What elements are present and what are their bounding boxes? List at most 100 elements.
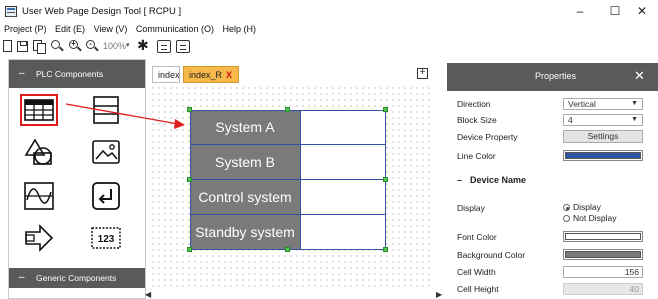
tab-label: index [158,70,180,80]
resize-handle[interactable] [285,107,290,112]
table-cell-label: Standby system [190,215,300,250]
block-size-value: 4 [568,115,573,125]
scroll-left-icon[interactable]: ◀ [145,290,151,299]
close-icon[interactable]: ✕ [634,68,645,84]
chevron-down-icon: ▼ [631,100,638,107]
cell-height-label: Cell Height [457,284,499,294]
screen-icon[interactable] [157,40,171,53]
toolbar: + - 100% ▾ ✱ [0,38,658,55]
tab-label: index_R [189,70,223,80]
screen-alt-icon[interactable] [176,40,190,53]
collapse-icon[interactable]: – [19,68,25,79]
line-color-picker[interactable] [563,150,643,161]
block-size-select[interactable]: 4 ▼ [563,114,643,126]
cell-height-input[interactable]: 40 [563,283,643,295]
editor-vertical-scrollbar[interactable] [435,85,440,299]
numeric-display-icon[interactable]: 123 [87,222,125,254]
table-cell-label: System B [190,145,300,180]
expand-icon[interactable]: + [417,68,428,79]
device-name-section[interactable]: – Device Name [457,175,526,185]
maximize-button[interactable]: ☐ [603,4,627,18]
chevron-down-icon[interactable]: ▾ [126,41,130,49]
left-panel-scrollbar[interactable] [9,292,145,298]
radio-selected-icon [563,204,570,211]
line-color-fill [565,152,641,159]
shape-component-icon[interactable] [20,136,58,168]
plc-components-header[interactable]: – PLC Components [9,60,145,88]
window-title: User Web Page Design Tool [ RCPU ] [22,6,182,17]
page-editor: index index_R X + System A System B Contr… [145,63,442,299]
tab-index-r[interactable]: index_R X [183,66,239,83]
menu-bar: Project (P) Edit (E) View (V) Communicat… [0,24,258,38]
plc-components-panel: – PLC Components 123 – Generic Component… [8,59,146,299]
table-component[interactable]: System A System B Control system Standby… [187,107,388,252]
zoom-level-select[interactable]: 100% [103,41,126,51]
menu-project[interactable]: Project (P) [4,24,47,34]
app-icon [5,6,17,17]
line-color-label: Line Color [457,151,496,161]
block-size-label: Block Size [457,115,497,125]
background-color-label: Background Color [457,250,526,260]
table-cell-value [300,180,386,215]
menu-communication[interactable]: Communication (O) [136,24,214,34]
cell-width-label: Cell Width [457,267,496,277]
generic-components-title: Generic Components [36,273,117,283]
image-component-icon[interactable] [87,136,125,168]
numeric-display-label: 123 [98,234,115,245]
table-divider [300,110,301,250]
generic-components-header[interactable]: – Generic Components [9,268,145,288]
scroll-right-icon[interactable]: ▶ [436,290,442,299]
menu-help[interactable]: Help (H) [222,24,256,34]
title-bar: User Web Page Design Tool [ RCPU ] – ☐ ✕ [0,0,658,22]
collapse-icon[interactable]: – [19,272,25,283]
display-radio[interactable]: Display [563,202,601,212]
resize-handle[interactable] [285,247,290,252]
new-file-icon[interactable] [3,40,12,52]
properties-panel: Properties ✕ Direction Vertical ▼ Block S… [447,63,658,299]
resize-handle[interactable] [383,107,388,112]
device-name-title: Device Name [470,175,527,185]
resize-handle[interactable] [187,107,192,112]
background-color-picker[interactable] [563,249,643,260]
cell-width-input[interactable]: 156 [563,266,643,278]
table-cell-label: System A [190,110,300,145]
tab-index[interactable]: index [152,66,180,83]
close-button[interactable]: ✕ [630,4,654,18]
collapse-icon[interactable]: – [457,175,462,185]
design-canvas[interactable]: System A System B Control system Standby… [150,85,434,291]
search-icon[interactable] [51,40,64,53]
resize-handle[interactable] [383,177,388,182]
resize-handle[interactable] [187,247,192,252]
background-color-fill [565,251,641,258]
table-cell-value [300,110,386,145]
display-label: Display [457,203,485,213]
enter-component-icon[interactable] [87,180,125,212]
resize-handle[interactable] [187,177,192,182]
list-component-icon[interactable] [87,94,125,126]
not-display-option-label: Not Display [573,213,617,223]
table-cell-label: Control system [190,180,300,215]
graph-component-icon[interactable] [20,180,58,212]
switch-component-icon[interactable] [20,222,58,254]
settings-button[interactable]: Settings [563,130,643,143]
resize-handle[interactable] [383,247,388,252]
table-component-icon[interactable] [20,94,58,126]
radio-unselected-icon [563,215,570,222]
zoom-in-icon[interactable]: + [69,40,82,53]
direction-select[interactable]: Vertical ▼ [563,98,643,110]
menu-view[interactable]: View (V) [94,24,128,34]
table-cell-value [300,215,386,250]
minimize-button[interactable]: – [568,4,592,18]
font-color-picker[interactable] [563,231,643,242]
settings-gear-icon[interactable]: ✱ [137,38,149,53]
properties-title: Properties [535,71,577,81]
zoom-out-icon[interactable]: - [86,40,99,53]
save-icon[interactable] [17,41,28,52]
copy-icon[interactable] [33,40,46,54]
editor-horizontal-scrollbar[interactable]: ◀ ▶ [145,290,442,299]
tab-close-icon[interactable]: X [226,70,232,80]
not-display-radio[interactable]: Not Display [563,213,616,223]
properties-header: Properties ✕ [447,63,658,91]
chevron-down-icon: ▼ [631,116,638,123]
menu-edit[interactable]: Edit (E) [55,24,85,34]
